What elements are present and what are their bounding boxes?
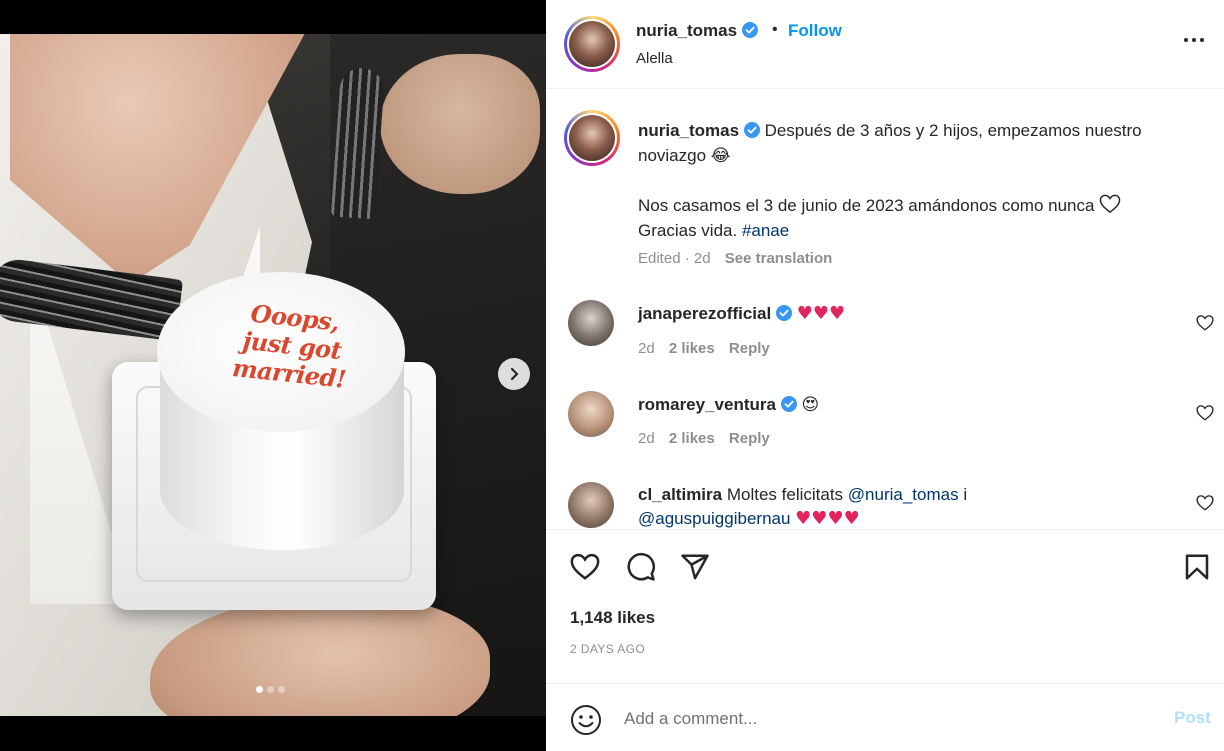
comment-likes[interactable]: 2 likes <box>669 430 715 447</box>
heart-outline-emoji-icon <box>1099 194 1121 214</box>
commenter-avatar[interactable] <box>568 391 614 437</box>
verified-badge-icon <box>780 396 797 412</box>
likes-count[interactable]: 1,148 likes <box>570 608 655 628</box>
heart-emoji: ♥♥♥♥ <box>795 508 860 528</box>
post-location[interactable]: Alella <box>636 50 673 67</box>
post-caption: nuria_tomas Después de 3 años y 2 hijos,… <box>638 118 1198 243</box>
post-comment-button[interactable]: Post <box>1174 708 1211 728</box>
follow-button[interactable]: Follow <box>788 21 842 41</box>
comment-meta: 2d 2 likes Reply <box>638 430 770 447</box>
caption-text: Nos casamos el 3 de junio de 2023 amándo… <box>638 196 1095 215</box>
more-options-icon[interactable] <box>1182 28 1206 52</box>
comment-input[interactable] <box>624 702 1144 736</box>
post-header: nuria_tomas • Follow Alella <box>546 0 1224 89</box>
carousel-indicator <box>256 686 285 693</box>
comments-list[interactable]: nuria_tomas Después de 3 años y 2 hijos,… <box>546 90 1224 528</box>
author-avatar[interactable] <box>564 16 620 72</box>
comment-meta: 2d 2 likes Reply <box>638 340 770 357</box>
verified-badge-icon <box>743 122 760 138</box>
comment-mention[interactable]: @aguspuiggibernau <box>638 509 790 528</box>
reply-button[interactable]: Reply <box>729 430 770 447</box>
carousel-dot <box>267 686 274 693</box>
emoji-icon[interactable] <box>570 704 602 736</box>
chevron-right-icon <box>510 367 519 381</box>
comment-username[interactable]: janaperezofficial <box>638 304 771 323</box>
comment-mention[interactable]: @nuria_tomas <box>848 485 959 504</box>
carousel-dot <box>256 686 263 693</box>
caption-author-avatar[interactable] <box>564 110 620 166</box>
post-details-panel: nuria_tomas • Follow Alella nuria_tomas … <box>546 0 1224 751</box>
caption-hashtag[interactable]: #anae <box>742 221 789 240</box>
action-bar: 1,148 likes 2 DAYS AGO <box>546 529 1224 679</box>
add-comment-bar: Post <box>546 683 1224 751</box>
comment-icon[interactable] <box>626 552 656 582</box>
verified-badge-icon <box>775 305 792 321</box>
comment-likes[interactable]: 2 likes <box>669 340 715 357</box>
comment-username[interactable]: romarey_ventura <box>638 395 776 414</box>
caption-text: Gracias vida. <box>638 221 738 240</box>
header-separator: • <box>772 21 778 38</box>
heart-icon[interactable] <box>1196 494 1214 512</box>
post-date: 2 DAYS AGO <box>570 642 646 656</box>
send-icon[interactable] <box>680 552 710 582</box>
carousel-dot <box>278 686 285 693</box>
next-slide-button[interactable] <box>498 358 530 390</box>
post-media: Ooops, just got married! <box>0 0 546 751</box>
heart-eyes-emoji: 😍 <box>801 395 820 415</box>
bookmark-icon[interactable] <box>1182 552 1212 582</box>
reply-button[interactable]: Reply <box>729 340 770 357</box>
cake-lettering: Ooops, just got married! <box>230 298 348 394</box>
verified-badge-icon <box>741 22 758 38</box>
commenter-avatar[interactable] <box>568 300 614 346</box>
comment: romarey_ventura 😍 <box>638 393 1158 417</box>
laughing-emoji: 😂 <box>710 146 731 166</box>
caption-meta: Edited · 2d See translation <box>638 250 833 267</box>
heart-icon[interactable] <box>1196 404 1214 422</box>
comment-username[interactable]: cl_altimira <box>638 485 722 504</box>
caption-username[interactable]: nuria_tomas <box>638 121 739 140</box>
comment: cl_altimira Moltes felicitats @nuria_tom… <box>638 485 968 528</box>
commenter-avatar[interactable] <box>568 482 614 528</box>
heart-icon[interactable] <box>1196 314 1214 332</box>
heart-emoji: ♥♥♥ <box>796 303 846 324</box>
heart-icon[interactable] <box>570 552 600 582</box>
author-username[interactable]: nuria_tomas <box>636 21 758 41</box>
see-translation-link[interactable]: See translation <box>725 250 833 267</box>
comment: janaperezofficial ♥♥♥ <box>638 302 1158 326</box>
